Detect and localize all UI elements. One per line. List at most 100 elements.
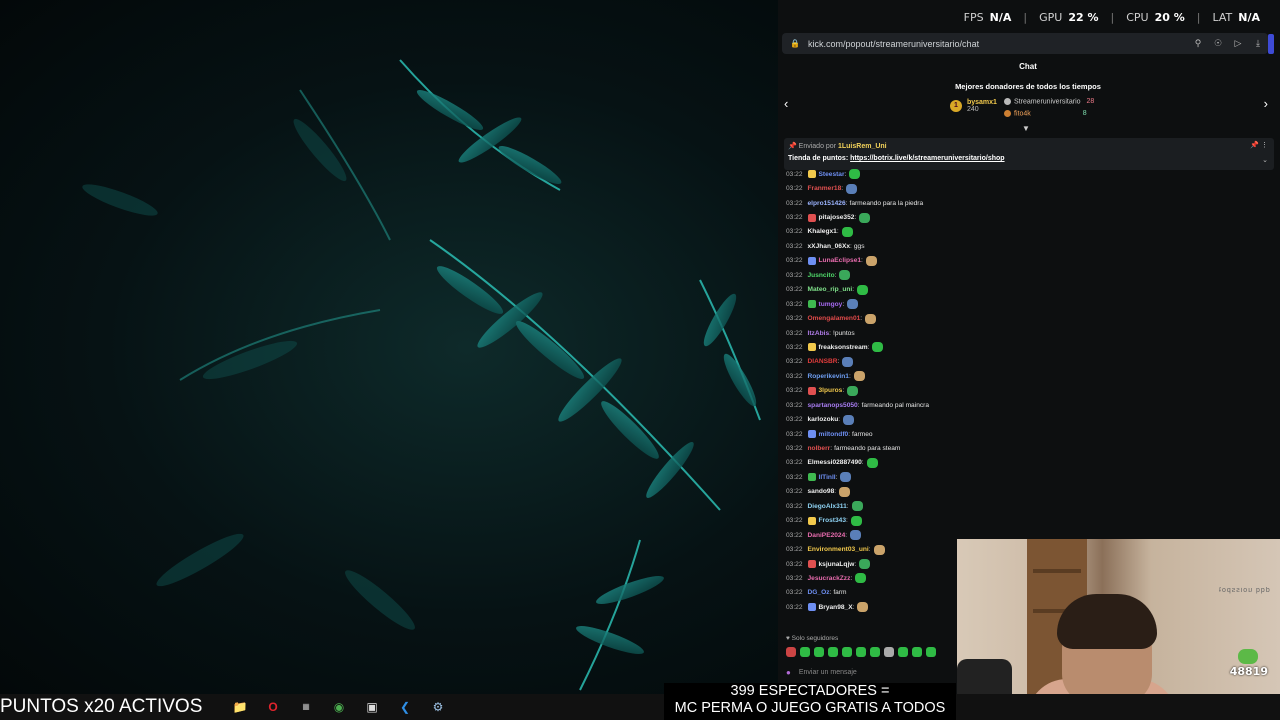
message-username[interactable]: spartanops5050 [808,402,858,409]
file-explorer-icon[interactable]: 📁 [230,697,250,717]
message-username[interactable]: freaksonstream [819,344,868,351]
message-username[interactable]: miltondf0 [819,431,849,438]
app-icon[interactable]: ▦ [296,697,316,717]
colon: : [860,315,863,323]
badge-icon [807,213,816,222]
chevron-left-icon[interactable]: ‹ [784,96,788,111]
emote-icon [850,530,862,541]
url-text[interactable]: kick.com/popout/streameruniversitario/ch… [808,39,1188,49]
chat-message: 03:22 3lpuros: [786,384,1266,398]
message-username[interactable]: pitajose352 [819,214,855,221]
message-time: 03:22 [786,416,803,424]
chevron-right-icon[interactable]: › [1264,96,1268,111]
chat-input[interactable]: ● Enviar un mensaje [786,663,966,681]
emote-icon [857,284,869,295]
emote-icon[interactable] [926,647,936,657]
emote-bar[interactable] [786,647,936,657]
chat-message: 03:22 tumgoy: [786,297,1266,311]
message-username[interactable]: DG_Oz [808,589,830,596]
shop-link[interactable]: https://botrix.live/k/streameruniversita… [850,155,1004,162]
message-text: farmeando para steam [834,445,901,453]
message-username[interactable]: DiegoAlx311 [808,503,847,510]
message-username[interactable]: Franmer18 [808,185,842,192]
chat-message: 03:22 pitajose352: [786,210,1266,224]
colon: : [854,560,857,568]
message-time: 03:22 [786,560,803,568]
message-username[interactable]: 3lpuros [819,387,843,394]
scrollbar-thumb[interactable] [1268,34,1274,54]
emote-icon [839,486,851,497]
expand-icon[interactable]: ▼ [1022,124,1030,133]
viewer-goal-line: MC PERMA O JUEGO GRATIS A TODOS [674,700,946,716]
colon: : [848,372,851,380]
message-username[interactable]: karlozoku [808,416,839,423]
emote-icon[interactable] [898,647,908,657]
emote-icon [843,414,855,425]
vscode-icon[interactable]: ❮ [395,697,415,717]
message-time: 03:22 [786,358,803,366]
message-username[interactable]: Roperikevin1 [808,373,849,380]
colon: : [848,430,851,438]
emote-icon[interactable] [856,647,866,657]
emote-icon[interactable] [912,647,922,657]
pinned-sender: 📌 Enviado por 1LuisRem_Uni [788,143,887,150]
message-time: 03:22 [786,502,803,510]
message-username[interactable]: LunaEclipse1 [819,257,862,264]
message-time: 03:22 [786,271,803,279]
message-username[interactable]: llTinll [819,474,836,481]
shield-icon[interactable]: ☉ [1208,38,1228,49]
download-icon[interactable]: ⤓ [1248,38,1268,49]
colon: : [830,445,833,453]
message-time: 03:22 [786,488,803,496]
message-username[interactable]: Elmessi02887490 [808,459,862,466]
viewer-count-line: 399 ESPECTADORES = [730,683,890,699]
opera-icon[interactable]: O [263,697,283,717]
message-username[interactable]: sando98 [808,488,835,495]
message-username[interactable]: Steestar [819,171,845,178]
message-username[interactable]: xXJhan_06Xx [808,243,851,250]
chat-message: 03:22 nolberr: farmeando para steam [786,441,1266,455]
message-username[interactable]: Bryan98_X [819,604,853,611]
chat-message: 03:22 sando98: [786,485,1266,499]
message-username[interactable]: Mateo_rip_uni [808,286,853,293]
badge-icon [807,343,816,352]
message-username[interactable]: DIANSBR [808,358,838,365]
emote-icon[interactable] [842,647,852,657]
message-username[interactable]: elpro151426 [808,200,846,207]
emote-icon [872,342,884,353]
emote-icon[interactable] [800,647,810,657]
message-username[interactable]: nolberr [808,445,831,452]
emote-icon[interactable] [814,647,824,657]
message-username[interactable]: ItzAbis [808,330,830,337]
colon: : [868,546,871,554]
microphone-icon[interactable]: ● [786,668,791,677]
pin-options-icon[interactable]: 📌 ⋮ [1250,141,1268,149]
message-username[interactable]: Omengalamen01 [808,315,861,322]
chevron-down-icon[interactable]: ⌄ [1262,156,1268,164]
window-icon[interactable]: ▣ [362,697,382,717]
address-bar[interactable]: 🔒 kick.com/popout/streameruniversitario/… [782,33,1268,54]
message-username[interactable]: tumgoy [819,301,843,308]
emote-icon[interactable] [884,647,894,657]
send-icon[interactable]: ▷ [1228,38,1248,49]
message-username[interactable]: Jusncito [808,272,835,279]
emote-icon[interactable] [786,647,796,657]
chat-input-placeholder[interactable]: Enviar un mensaje [799,669,857,676]
emote-icon[interactable] [870,647,880,657]
message-username[interactable]: JesucrackZzz [808,575,851,582]
badge-icon [807,473,816,482]
steam-icon[interactable]: ⚙ [428,697,448,717]
message-username[interactable]: ksjunaLqjw [819,561,855,568]
message-username[interactable]: Environment03_uni [808,546,869,553]
colon: : [842,300,845,308]
emote-icon[interactable] [828,647,838,657]
message-time: 03:22 [786,574,803,582]
search-icon[interactable]: ⚲ [1188,38,1208,49]
pinned-user: 1LuisRem_Uni [837,143,887,150]
message-username[interactable]: DaniPE2024 [808,532,846,539]
message-username[interactable]: Khalegx1 [808,228,837,235]
chrome-icon[interactable]: ◉ [329,697,349,717]
chat-message: 03:22 ItzAbis: !puntos [786,326,1266,340]
message-username[interactable]: Frost343 [819,517,847,524]
pin-icon: 📌 [788,143,797,150]
